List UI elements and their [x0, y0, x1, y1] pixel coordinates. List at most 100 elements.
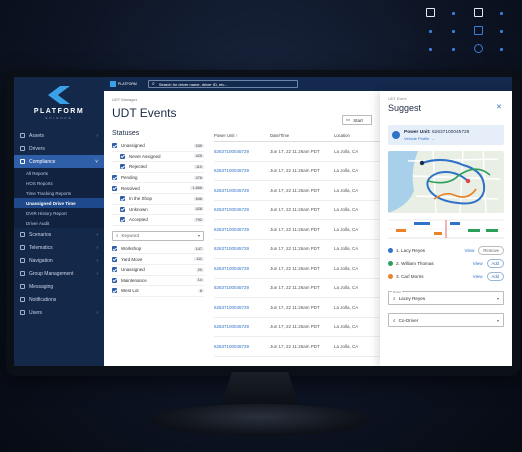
status-label: Workshop — [121, 246, 142, 252]
sidebar-item-compliance[interactable]: Compliance ˅ — [14, 155, 104, 168]
status-filter-row[interactable]: West Lot 8 — [112, 286, 204, 297]
status-filter-row[interactable]: Never Assigned 425 — [112, 152, 204, 163]
sidebar-subitem-driver-audit[interactable]: Driver Audit — [14, 218, 104, 228]
truck-icon — [392, 131, 400, 139]
checkbox-checked-icon[interactable] — [112, 256, 117, 262]
driver-name: 3. Carl Morris — [396, 274, 424, 279]
sidebar-item-drivers[interactable]: Drivers — [14, 142, 104, 155]
sidebar-item-label: Group Management — [29, 270, 74, 277]
sidebar-item-label: Messaging — [29, 283, 54, 290]
keyword-select[interactable]: ⌕ Keyword ▾ — [112, 230, 204, 241]
search-input[interactable]: ⌕ Search for driver name, driver ID, etc… — [148, 80, 298, 88]
status-count-badge: 110 — [193, 164, 204, 169]
driver-select-value: Lacey Reyes — [398, 295, 426, 301]
assets-icon — [20, 133, 25, 138]
route-map[interactable] — [388, 150, 504, 214]
status-filter-row[interactable]: Yard Move 111 — [112, 254, 204, 265]
add-driver-button[interactable]: Add — [486, 259, 504, 268]
remove-driver-button[interactable]: Remove — [478, 246, 504, 255]
close-icon[interactable]: ✕ — [496, 103, 502, 111]
status-filter-row[interactable]: Unassigned 20 — [112, 265, 204, 276]
codriver-select[interactable]: ⌕ Co-Driver ▾ — [388, 313, 504, 327]
chevron-right-icon: › — [96, 132, 98, 139]
power-unit-card: Power Unit: 62637100045729 Vehicle Profi… — [388, 125, 504, 145]
checkbox-checked-icon[interactable] — [112, 175, 117, 181]
checkbox-checked-icon[interactable] — [112, 246, 117, 252]
search-icon: ⌕ — [393, 317, 396, 323]
checkbox-checked-icon[interactable] — [112, 277, 117, 283]
status-filter-row[interactable]: Pending 476 — [112, 173, 204, 184]
power-unit-link[interactable]: 62637100045729 — [214, 305, 270, 310]
sidebar-subitem-unassigned-drive-time[interactable]: Unassigned Drive Time — [14, 198, 104, 208]
chevron-down-icon: ▾ — [496, 317, 499, 323]
view-driver-link[interactable]: View — [473, 274, 483, 279]
sidebar-subitem-time-tracking[interactable]: Time Tracking Reports — [14, 188, 104, 198]
power-unit-link[interactable]: 62637100045729 — [214, 246, 270, 251]
status-label: Unknown — [129, 206, 148, 212]
add-driver-button[interactable]: Add — [486, 272, 504, 281]
checkbox-checked-icon[interactable] — [112, 288, 117, 294]
main-area: PLATFORM ⌕ Search for driver name, drive… — [104, 77, 512, 366]
date-time-cell: Jun 17, 22 11:26am PDT — [270, 187, 320, 193]
status-count-badge: 8 — [197, 288, 204, 293]
power-unit-link[interactable]: 62637100045729 — [214, 188, 270, 193]
chevron-right-icon: › — [96, 309, 98, 316]
power-unit-link[interactable]: 62637100045729 — [214, 168, 270, 173]
sidebar-subitem-dvir-history[interactable]: DVIR History Report — [14, 208, 104, 218]
checkbox-checked-icon[interactable] — [120, 196, 125, 202]
sidebar-subitem-hos-reports[interactable]: HOS Reports — [14, 178, 104, 188]
sidebar-item-telematics[interactable]: Telematics › — [14, 241, 104, 254]
checkbox-checked-icon[interactable] — [112, 143, 117, 149]
vehicle-profile-link[interactable]: Vehicle Profile → — [404, 136, 469, 141]
sidebar-item-users[interactable]: Users › — [14, 306, 104, 319]
checkbox-checked-icon[interactable] — [112, 267, 117, 273]
start-date-button[interactable]: ▭ Start — [342, 115, 372, 125]
checkbox-checked-icon[interactable] — [120, 217, 125, 223]
driver-timeline — [388, 219, 504, 239]
power-unit-link[interactable]: 62637100045729 — [214, 207, 270, 212]
status-filter-row[interactable]: In the Shop 646 — [112, 194, 204, 205]
sidebar-item-scenarios[interactable]: Scenarios › — [14, 228, 104, 241]
sidebar-item-group-management[interactable]: Group Management › — [14, 267, 104, 280]
status-filter-row[interactable]: Maintenance 14 — [112, 276, 204, 287]
status-filter-row[interactable]: Unknown 428 — [112, 205, 204, 216]
status-count-badge: 476 — [193, 175, 204, 180]
power-unit-link[interactable]: 62637100045729 — [214, 324, 270, 329]
status-label: Unassigned — [121, 143, 145, 149]
brand-subtitle: SCIENCE — [45, 116, 73, 120]
top-bar: PLATFORM ⌕ Search for driver name, drive… — [104, 77, 512, 91]
view-driver-link[interactable]: View — [473, 261, 483, 266]
brand-logo: PLATFORM SCIENCE — [14, 77, 104, 129]
status-filter-row[interactable]: Unassigned 535 — [112, 141, 204, 152]
statuses-title: Statuses — [112, 130, 140, 137]
status-filter-row[interactable]: Workshop 147 — [112, 244, 204, 255]
power-unit-link[interactable]: 62637100045729 — [214, 285, 270, 290]
status-filter-row[interactable]: Accepted 792 — [112, 215, 204, 226]
view-driver-link[interactable]: View — [465, 248, 475, 253]
checkbox-checked-icon[interactable] — [112, 185, 117, 191]
power-unit-link[interactable]: 62637100045729 — [214, 149, 270, 154]
status-filter-row[interactable]: Resolved 1,866 — [112, 183, 204, 194]
navigation-icon — [20, 258, 25, 263]
power-unit-link[interactable]: 62637100045729 — [214, 344, 270, 349]
checkbox-checked-icon[interactable] — [120, 164, 125, 170]
sidebar-item-notifications[interactable]: Notifications — [14, 293, 104, 306]
col-power-unit[interactable]: Power Unit ↑ — [214, 133, 270, 138]
driver-icon — [20, 146, 25, 151]
driver-select[interactable]: Driver ⌕ Lacey Reyes ▾ — [388, 290, 504, 305]
sidebar-item-assets[interactable]: Assets › — [14, 129, 104, 142]
power-unit-link[interactable]: 62637100045729 — [214, 266, 270, 271]
chevron-down-icon: ˅ — [95, 158, 98, 165]
driver-name: 1. Lacy Reyes — [396, 248, 426, 253]
checkbox-checked-icon[interactable] — [120, 206, 125, 212]
sidebar-subitem-all-reports[interactable]: All Reports — [14, 168, 104, 178]
status-filter-row[interactable]: Rejected 110 — [112, 162, 204, 173]
sidebar-item-messaging[interactable]: Messaging — [14, 280, 104, 293]
status-count-badge: 646 — [193, 196, 204, 201]
date-time-cell: Jun 17, 22 11:26am PDT — [270, 285, 320, 291]
power-unit-link[interactable]: 62637100045729 — [214, 227, 270, 232]
sidebar-item-label: Scenarios — [29, 231, 52, 238]
sidebar-item-navigation[interactable]: Navigation › — [14, 254, 104, 267]
checkbox-checked-icon[interactable] — [120, 153, 125, 159]
col-date-time[interactable]: Date/Time — [270, 133, 334, 138]
